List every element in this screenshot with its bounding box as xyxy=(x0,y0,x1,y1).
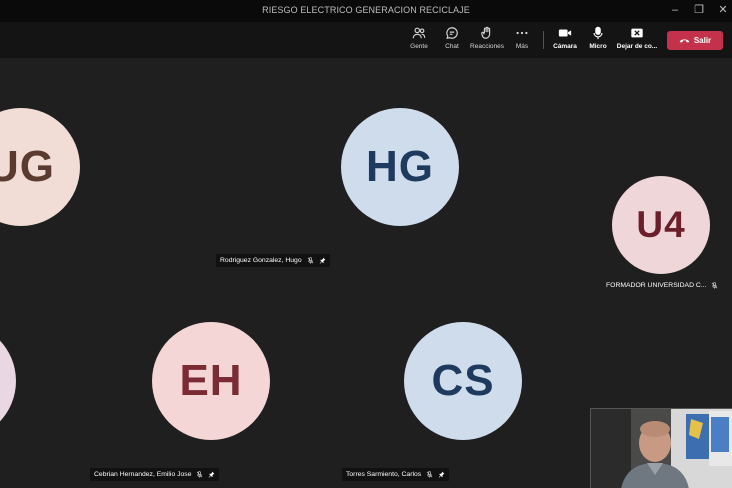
window-title: RIESGO ELECTRICO GENERACION RECICLAJE xyxy=(262,5,470,15)
self-video-image xyxy=(591,409,732,488)
reactions-button[interactable]: Reacciones xyxy=(470,26,504,56)
leave-button[interactable]: Salir xyxy=(667,31,723,50)
reactions-label: Reacciones xyxy=(470,43,504,50)
participant-avatar[interactable]: HG xyxy=(341,108,459,226)
self-video-preview[interactable] xyxy=(590,408,732,488)
participant-name-tag: Torres Sarmiento, Carlos xyxy=(342,468,450,481)
participant-avatar-partial[interactable] xyxy=(0,322,16,440)
minimize-button[interactable]: – xyxy=(668,3,682,17)
more-icon xyxy=(516,31,528,35)
stop-sharing-label: Dejar de co... xyxy=(616,43,658,50)
mic-off-icon xyxy=(197,471,203,478)
mic-off-icon xyxy=(712,282,718,289)
camera-label: Cámara xyxy=(553,43,577,50)
meeting-toolbar: Gente Chat Reacciones Más Cámara Micro D… xyxy=(0,22,732,58)
microphone-icon xyxy=(593,26,603,40)
reactions-icon xyxy=(481,26,491,39)
toolbar-divider xyxy=(543,31,544,49)
mic-button[interactable]: Micro xyxy=(581,26,615,56)
chat-label: Chat xyxy=(445,43,459,50)
pin-icon[interactable] xyxy=(319,257,326,264)
camera-icon xyxy=(558,29,572,37)
window-titlebar: RIESGO ELECTRICO GENERACION RECICLAJE – … xyxy=(0,0,732,22)
participant-grid: UG HG Rodriguez Gonzalez, Hugo U4 FORMAD… xyxy=(0,58,732,488)
leave-label: Salir xyxy=(693,36,712,45)
participant-name: Torres Sarmiento, Carlos xyxy=(346,471,422,478)
participant-name-tag: FORMADOR UNIVERSIDAD C... xyxy=(602,279,722,292)
participant-avatar[interactable]: EH xyxy=(152,322,270,440)
mic-off-icon xyxy=(426,471,433,478)
camera-button[interactable]: Cámara xyxy=(548,26,582,56)
participant-name: Rodriguez Gonzalez, Hugo xyxy=(220,257,302,264)
pin-icon[interactable] xyxy=(438,471,445,478)
participant-name-tag: Rodriguez Gonzalez, Hugo xyxy=(216,254,330,267)
people-icon xyxy=(412,27,426,39)
participant-name: FORMADOR UNIVERSIDAD C... xyxy=(606,282,707,289)
mic-off-icon xyxy=(307,257,313,264)
maximize-button[interactable]: ❐ xyxy=(692,3,706,17)
participant-name-tag: Cebrian Hernandez, Emilio Jose xyxy=(90,468,220,481)
close-window-button[interactable]: ✕ xyxy=(716,3,730,17)
participant-avatar[interactable]: U4 xyxy=(612,176,710,274)
participant-avatar[interactable]: UG xyxy=(0,108,80,226)
stop-share-icon xyxy=(631,28,643,38)
participant-name: Cebrian Hernandez, Emilio Jose xyxy=(94,471,192,478)
more-label: Más xyxy=(515,43,529,50)
participant-avatar[interactable]: CS xyxy=(404,322,522,440)
pin-icon[interactable] xyxy=(208,471,215,478)
more-button[interactable]: Más xyxy=(505,26,539,56)
people-label: Gente xyxy=(410,43,428,50)
hang-up-icon xyxy=(679,39,690,43)
stop-sharing-button[interactable]: Dejar de co... xyxy=(615,26,659,56)
chat-button[interactable]: Chat xyxy=(435,26,469,56)
chat-icon xyxy=(446,27,458,40)
mic-label: Micro xyxy=(589,43,607,50)
people-button[interactable]: Gente xyxy=(402,26,436,56)
